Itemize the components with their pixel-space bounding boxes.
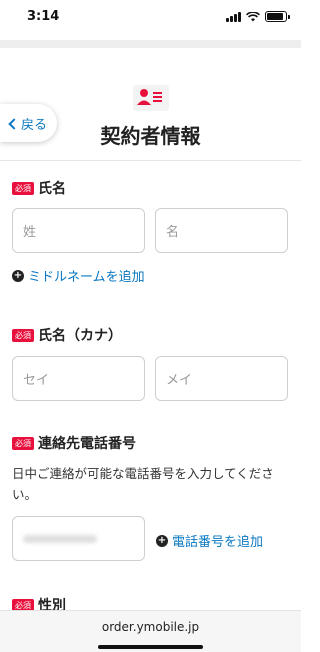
add-middle-name-link[interactable]: + ミドルネームを追加 [12, 266, 145, 285]
last-name-kana-input[interactable]: セイ [12, 356, 145, 401]
plus-circle-icon: + [12, 269, 24, 282]
phone-label-text: 連絡先電話番号 [38, 436, 136, 452]
required-badge: 必須 [12, 328, 34, 342]
plus-circle-icon: + [156, 534, 168, 547]
required-badge: 必須 [12, 181, 34, 195]
first-name-kana-input[interactable]: メイ [155, 356, 288, 401]
signal-icon [226, 11, 241, 22]
header-separator-band [0, 40, 301, 48]
contact-card-icon [133, 85, 169, 111]
name-label: 必須 氏名 [12, 178, 66, 198]
add-phone-link[interactable]: + 電話番号を追加 [156, 531, 263, 550]
phone-label: 必須 連絡先電話番号 [12, 433, 136, 453]
first-name-input[interactable]: 名 [155, 208, 288, 253]
phone-help-text: 日中ご連絡が可能な電話番号を入力してください。 [12, 466, 274, 502]
wifi-icon [246, 11, 260, 21]
add-phone-label: 電話番号を追加 [172, 535, 264, 550]
phone-input[interactable] [12, 516, 145, 561]
name-kana-label-text: 氏名（カナ） [38, 328, 122, 344]
name-kana-label: 必須 氏名（カナ） [12, 325, 122, 345]
required-badge: 必須 [12, 436, 34, 450]
divider [0, 160, 301, 161]
status-bar: 3:14 [0, 0, 301, 40]
home-indicator [98, 645, 203, 649]
status-time: 3:14 [27, 9, 60, 24]
name-label-text: 氏名 [38, 181, 66, 197]
page-title: 契約者情報 [100, 124, 201, 148]
add-middle-name-label: ミドルネームを追加 [28, 270, 145, 285]
battery-icon [265, 11, 290, 22]
browser-bottom-bar: order.ymobile.jp [0, 610, 301, 652]
url-bar[interactable]: order.ymobile.jp [0, 620, 301, 634]
redacted-phone-value [23, 534, 97, 543]
last-name-input[interactable]: 姓 [12, 208, 145, 253]
status-icons [226, 11, 290, 22]
